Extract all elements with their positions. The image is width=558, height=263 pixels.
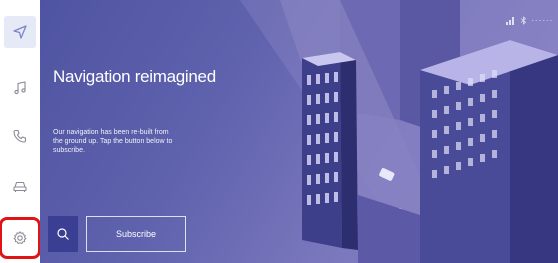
app-screen: - - - - - - Navigation reimagined Our na… [0,0,558,263]
sidebar [0,0,41,263]
sidebar-item-settings[interactable] [0,217,41,259]
bluetooth-icon [520,16,526,25]
search-icon [57,228,69,240]
sidebar-item-vehicle[interactable] [4,170,36,202]
page-title: Navigation reimagined [53,67,216,86]
phone-icon [13,129,27,143]
status-text: - - - - - - [531,17,552,24]
hero-banner: - - - - - - Navigation reimagined Our na… [40,0,558,263]
hero-description: Our navigation has been re-built from th… [53,129,173,154]
status-indicators: - - - - - - [505,16,552,25]
sidebar-item-music[interactable] [4,72,36,104]
navigation-arrow-icon [13,25,27,39]
car-icon [13,181,27,192]
signal-icon [505,17,514,25]
gear-icon [13,231,27,245]
music-note-icon [14,81,26,95]
search-button[interactable] [48,216,78,252]
subscribe-button[interactable]: Subscribe [86,216,186,252]
sidebar-item-phone[interactable] [4,120,36,152]
sidebar-item-navigation[interactable] [4,16,36,48]
